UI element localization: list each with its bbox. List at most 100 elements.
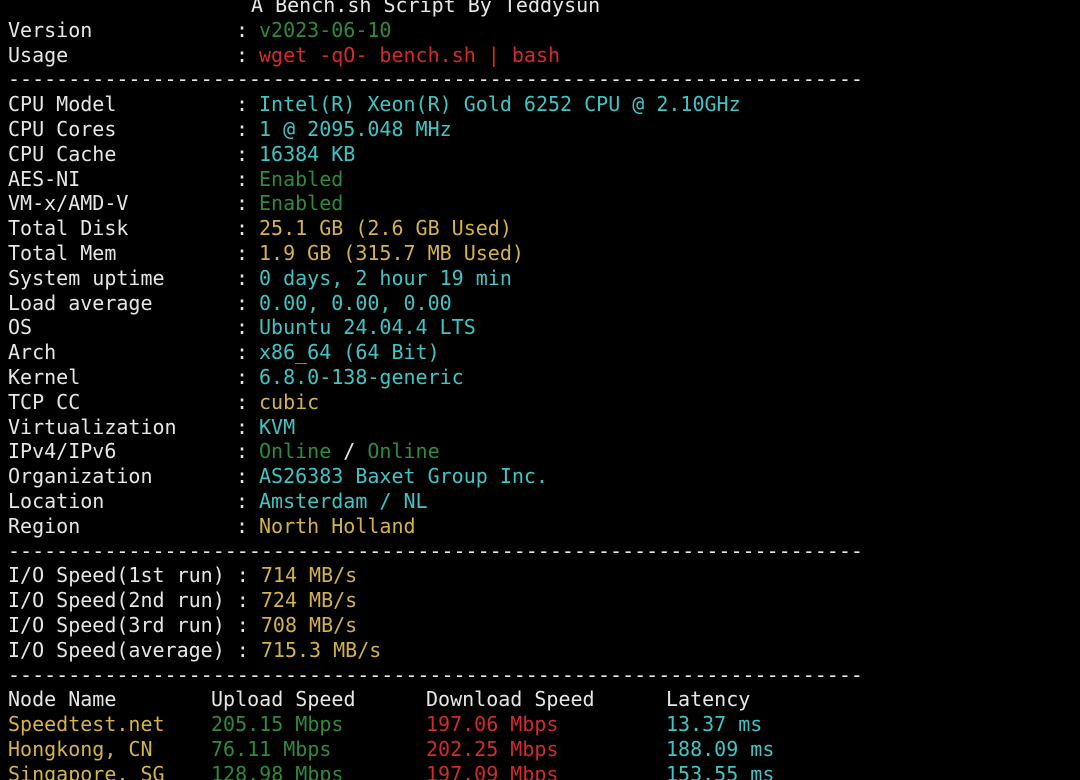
info-value: cubic	[259, 389, 320, 414]
info-label: Virtualization	[8, 414, 177, 439]
speedtest-row: Hongkong, CN 76.11 Mbps 202.25 Mbps 188.09 …	[8, 737, 863, 762]
info-row-organization: Organization: AS26383 Baxet Group Inc.	[8, 464, 863, 489]
info-value: 16384 KB	[259, 141, 356, 166]
info-colon: :	[236, 240, 261, 265]
io-value: 715.3 MB/s	[260, 637, 382, 662]
io-label: I/O Speed(1st run)	[8, 563, 225, 588]
speedtest-header: Node Name Upload Speed Download Speed Laten…	[8, 687, 863, 712]
separator-3: ----------------------------------------…	[8, 662, 863, 687]
info-value: 25.1 GB (2.6 GB Used)	[259, 216, 512, 241]
ipv4-status: Online	[259, 439, 332, 464]
info-label: Arch	[8, 340, 57, 365]
io-row-io-2nd: I/O Speed(2nd run) : 724 MB/s	[8, 588, 863, 613]
info-label: Usage	[8, 42, 69, 67]
info-value: 0.00, 0.00, 0.00	[259, 290, 452, 315]
io-colon: :	[224, 563, 261, 588]
header-node-name: Node Name	[8, 687, 117, 712]
info-label: Total Disk	[8, 216, 129, 241]
info-row-ip: IPv4/IPv6: Online / Online	[8, 439, 863, 464]
latency: 153.55 ms	[666, 761, 775, 780]
download-speed: 197.09 Mbps	[426, 761, 559, 780]
node-name: Speedtest.net	[8, 712, 165, 737]
info-value: Enabled	[259, 166, 344, 191]
info-value: wget -qO- bench.sh | bash	[259, 42, 561, 67]
node-name: Singapore, SG	[8, 761, 165, 780]
info-label: Kernel	[8, 364, 81, 389]
io-row-io-avg: I/O Speed(average) : 715.3 MB/s	[8, 638, 863, 663]
ipv6-status: Online	[367, 439, 440, 464]
info-row-vm-x: VM-x/AMD-V: Enabled	[8, 191, 863, 216]
info-colon: :	[236, 116, 261, 141]
io-label: I/O Speed(3rd run)	[8, 612, 225, 637]
info-colon: :	[236, 191, 261, 216]
io-label: I/O Speed(2nd run)	[8, 588, 225, 613]
info-row-cpu-model: CPU Model: Intel(R) Xeon(R) Gold 6252 CP…	[8, 92, 863, 117]
info-value: 6.8.0-138-generic	[259, 364, 464, 389]
io-row-io-1st: I/O Speed(1st run) : 714 MB/s	[8, 563, 863, 588]
header-line: A Bench.sh Script By Teddysun	[8, 0, 863, 18]
info-value: Intel(R) Xeon(R) Gold 6252 CPU @ 2.10GHz	[259, 92, 741, 117]
io-colon: :	[224, 612, 261, 637]
upload-speed: 76.11 Mbps	[211, 736, 332, 761]
io-colon: :	[224, 637, 261, 662]
info-colon: :	[236, 265, 261, 290]
info-colon: :	[236, 17, 261, 42]
info-colon: :	[236, 439, 261, 464]
info-row-aes-ni: AES-NI: Enabled	[8, 167, 863, 192]
speedtest-row: Speedtest.net 205.15 Mbps 197.06 Mbps 13.37…	[8, 712, 863, 737]
info-label: CPU Model	[8, 92, 117, 117]
upload-speed: 205.15 Mbps	[211, 712, 344, 737]
info-colon: :	[236, 488, 261, 513]
info-row-tcp-cc: TCP CC: cubic	[8, 390, 863, 415]
info-value: AS26383 Baxet Group Inc.	[259, 464, 548, 489]
info-colon: :	[236, 364, 261, 389]
separator-1: ----------------------------------------…	[8, 67, 863, 92]
info-row-virtualization: Virtualization: KVM	[8, 415, 863, 440]
info-row-total-mem: Total Mem: 1.9 GB (315.7 MB Used)	[8, 241, 863, 266]
speedtest-row: Singapore, SG 128.98 Mbps 197.09 Mbps 153.5…	[8, 762, 863, 780]
info-label: Total Mem	[8, 240, 117, 265]
node-name: Hongkong, CN	[8, 736, 153, 761]
info-value: Ubuntu 24.04.4 LTS	[259, 315, 476, 340]
info-label: Location	[8, 488, 105, 513]
ip-slash: /	[331, 439, 368, 464]
info-value: Enabled	[259, 191, 344, 216]
info-row-location: Location: Amsterdam / NL	[8, 489, 863, 514]
info-label: OS	[8, 315, 33, 340]
io-label: I/O Speed(average)	[8, 637, 225, 662]
info-label: System uptime	[8, 265, 165, 290]
info-label: VM-x/AMD-V	[8, 191, 129, 216]
info-label: AES-NI	[8, 166, 81, 191]
info-label: TCP CC	[8, 389, 81, 414]
info-label: Version	[8, 17, 93, 42]
info-value: KVM	[259, 414, 296, 439]
script-title: A Bench.sh Script By Teddysun	[251, 0, 601, 17]
io-value: 708 MB/s	[260, 612, 358, 637]
info-colon: :	[236, 92, 261, 117]
header-download-speed: Download Speed	[426, 687, 595, 712]
info-row-kernel: Kernel: 6.8.0-138-generic	[8, 365, 863, 390]
terminal-window[interactable]: A Bench.sh Script By Teddysun Version: v…	[0, 0, 1080, 780]
info-colon: :	[236, 290, 261, 315]
info-row-uptime: System uptime: 0 days, 2 hour 19 min	[8, 266, 863, 291]
info-colon: :	[236, 315, 261, 340]
info-colon: :	[236, 141, 261, 166]
info-row-total-disk: Total Disk: 25.1 GB (2.6 GB Used)	[8, 216, 863, 241]
info-row-load-average: Load average: 0.00, 0.00, 0.00	[8, 291, 863, 316]
info-row-region: Region: North Holland	[8, 514, 863, 539]
info-colon: :	[236, 414, 261, 439]
info-colon: :	[236, 464, 261, 489]
info-colon: :	[236, 513, 261, 538]
io-value: 714 MB/s	[260, 563, 358, 588]
info-colon: :	[236, 166, 261, 191]
info-value: v2023-06-10	[259, 17, 392, 42]
latency: 13.37 ms	[666, 712, 763, 737]
io-value: 724 MB/s	[260, 588, 358, 613]
separator-2: ----------------------------------------…	[8, 538, 863, 563]
info-label: CPU Cores	[8, 116, 117, 141]
upload-speed: 128.98 Mbps	[211, 761, 344, 780]
header-latency: Latency	[666, 687, 751, 712]
info-row-cpu-cache: CPU Cache: 16384 KB	[8, 142, 863, 167]
info-value: North Holland	[259, 513, 416, 538]
info-label: Region	[8, 513, 81, 538]
